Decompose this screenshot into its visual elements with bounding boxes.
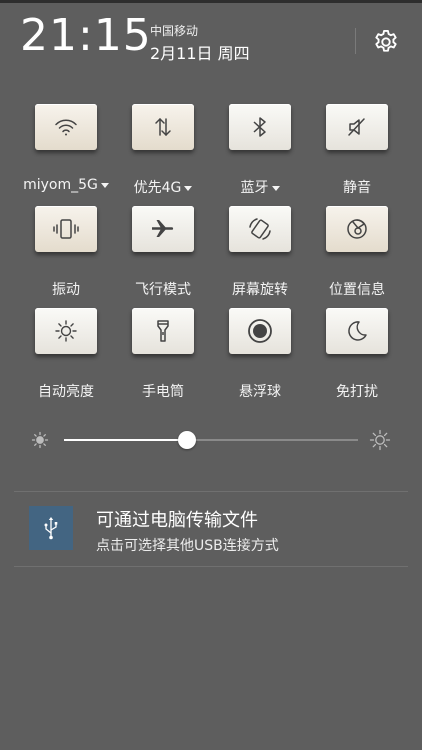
floating-ball-icon — [248, 319, 272, 343]
brightness-track-fill — [64, 439, 187, 441]
flashlight-icon — [157, 320, 169, 342]
toggle-vibrate-label[interactable]: 振动 — [21, 279, 111, 299]
notification-shade: 21:15 中国移动 2月11日 周四 miyom_5G 优先4G 蓝牙 静音 … — [0, 0, 422, 750]
brightness-thumb[interactable] — [178, 431, 196, 449]
toggle-do-not-disturb-label[interactable]: 免打扰 — [312, 381, 402, 401]
toggle-mute-tile[interactable] — [326, 104, 388, 150]
auto-brightness-icon — [55, 320, 77, 342]
location-icon — [347, 219, 367, 239]
toggle-bluetooth-label[interactable]: 蓝牙 — [215, 177, 305, 197]
usb-notification[interactable]: 可通过电脑传输文件 点击可选择其他USB连接方式 — [14, 494, 408, 564]
notification-text: 点击可选择其他USB连接方式 — [96, 538, 279, 554]
wifi-icon — [55, 119, 77, 136]
date: 2月11日 周四 — [150, 44, 250, 63]
mute-icon — [348, 118, 365, 136]
toggle-rotate[interactable]: 屏幕旋转 — [215, 206, 305, 299]
toggle-mute[interactable]: 静音 — [312, 104, 402, 197]
bluetooth-icon — [253, 117, 266, 137]
shade-header: 21:15 中国移动 2月11日 周四 — [0, 0, 422, 80]
toggle-location-label[interactable]: 位置信息 — [312, 279, 402, 299]
toggle-flashlight[interactable]: 手电筒 — [118, 308, 208, 401]
toggle-airplane-tile[interactable] — [132, 206, 194, 252]
toggle-mobile-data[interactable]: 优先4G — [118, 104, 208, 197]
toggle-vibrate[interactable]: 振动 — [21, 206, 111, 299]
toggle-mute-label[interactable]: 静音 — [312, 177, 402, 197]
toggle-rotate-label[interactable]: 屏幕旋转 — [215, 279, 305, 299]
toggle-mobile-data-label[interactable]: 优先4G — [118, 177, 208, 197]
chevron-down-icon — [100, 182, 109, 188]
toggle-bluetooth[interactable]: 蓝牙 — [215, 104, 305, 197]
toggle-auto-brightness-label[interactable]: 自动亮度 — [21, 381, 111, 401]
toggle-airplane-label[interactable]: 飞行模式 — [118, 279, 208, 299]
toggle-rotate-tile[interactable] — [229, 206, 291, 252]
toggle-wifi-label[interactable]: miyom_5G — [21, 177, 111, 193]
toggle-wifi[interactable]: miyom_5G — [21, 104, 111, 193]
chevron-down-icon — [271, 185, 280, 191]
brightness-low-icon — [31, 431, 49, 449]
toggle-floating-ball-tile[interactable] — [229, 308, 291, 354]
toggle-mobile-data-tile[interactable] — [132, 104, 194, 150]
brightness-high-icon — [369, 429, 391, 451]
toggle-flashlight-label[interactable]: 手电筒 — [118, 381, 208, 401]
settings-button[interactable] — [370, 26, 402, 58]
toggle-auto-brightness[interactable]: 自动亮度 — [21, 308, 111, 401]
header-divider — [355, 28, 356, 54]
toggle-location[interactable]: 位置信息 — [312, 206, 402, 299]
rotate-screen-icon — [249, 218, 271, 240]
brightness-track[interactable] — [64, 439, 358, 441]
toggle-auto-brightness-tile[interactable] — [35, 308, 97, 354]
carrier-name: 中国移动 — [150, 24, 199, 38]
usb-notification-icon — [29, 506, 73, 550]
vibrate-icon — [53, 219, 79, 239]
toggle-floating-ball-label[interactable]: 悬浮球 — [215, 381, 305, 401]
divider — [14, 491, 408, 492]
toggle-airplane[interactable]: 飞行模式 — [118, 206, 208, 299]
toggle-do-not-disturb-tile[interactable] — [326, 308, 388, 354]
do-not-disturb-icon — [348, 321, 367, 341]
toggle-vibrate-tile[interactable] — [35, 206, 97, 252]
clock: 21:15 — [20, 10, 152, 61]
toggle-do-not-disturb[interactable]: 免打扰 — [312, 308, 402, 401]
toggle-floating-ball[interactable]: 悬浮球 — [215, 308, 305, 401]
brightness-slider[interactable] — [0, 420, 422, 460]
gear-icon — [375, 29, 397, 52]
toggle-location-tile[interactable] — [326, 206, 388, 252]
notification-title: 可通过电脑传输文件 — [96, 510, 258, 531]
toggle-wifi-tile[interactable] — [35, 104, 97, 150]
toggle-bluetooth-tile[interactable] — [229, 104, 291, 150]
chevron-down-icon — [184, 185, 193, 191]
toggle-flashlight-tile[interactable] — [132, 308, 194, 354]
divider — [14, 566, 408, 567]
usb-icon — [44, 517, 58, 540]
airplane-icon — [152, 220, 174, 237]
mobile-data-icon — [155, 117, 171, 137]
